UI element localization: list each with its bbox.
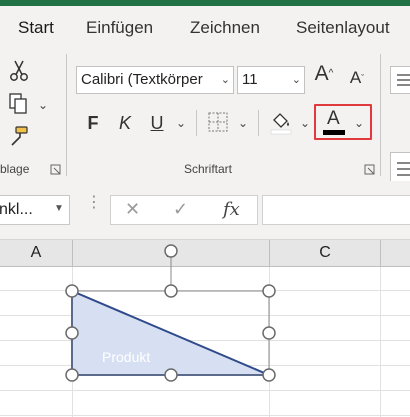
rotation-handle[interactable] <box>164 244 178 258</box>
resize-handle-bottom-right[interactable] <box>262 368 276 382</box>
resize-handle-left[interactable] <box>65 326 79 340</box>
resize-handle-top-left[interactable] <box>65 284 79 298</box>
resize-handle-top-right[interactable] <box>262 284 276 298</box>
resize-handle-bottom[interactable] <box>164 368 178 382</box>
resize-handle-right[interactable] <box>262 326 276 340</box>
resize-handle-bottom-left[interactable] <box>65 368 79 382</box>
triangle-shape-layer <box>65 244 276 382</box>
resize-handle-top[interactable] <box>164 284 178 298</box>
shape-text[interactable]: Produkt <box>102 349 150 365</box>
